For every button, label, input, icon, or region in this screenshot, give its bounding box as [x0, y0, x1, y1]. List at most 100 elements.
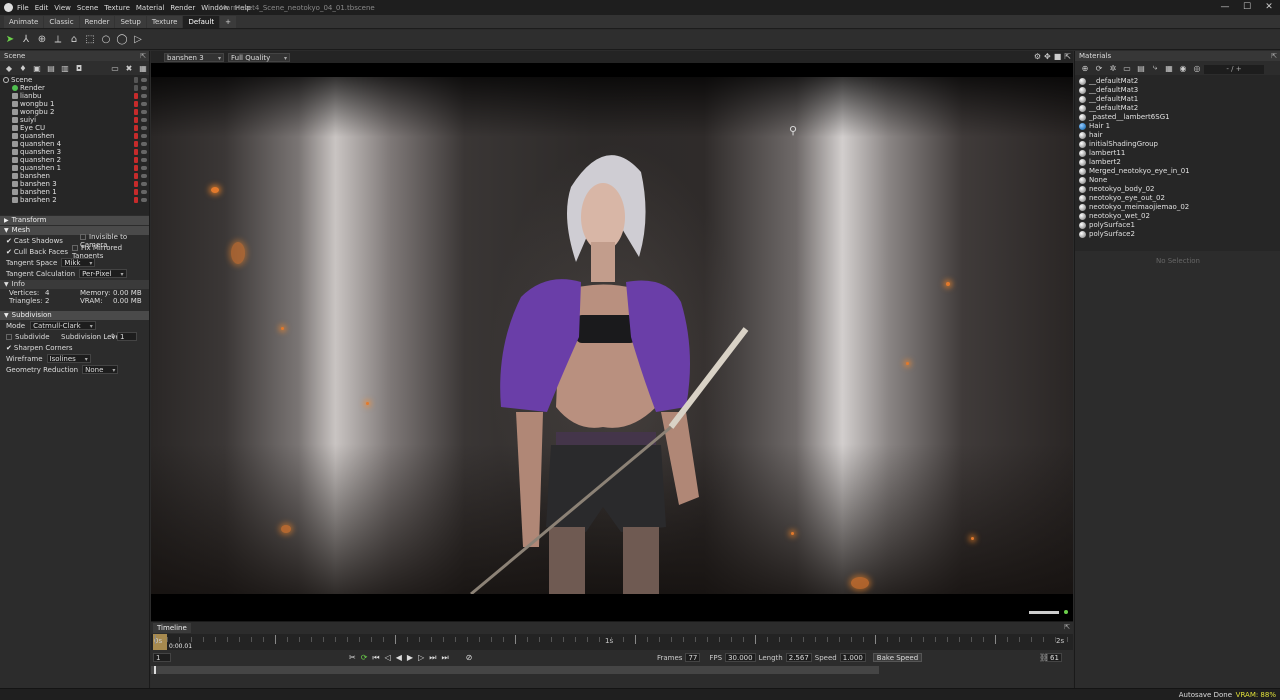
step-forward-icon[interactable]: ▷: [418, 653, 424, 663]
record-icon[interactable]: ⊘: [466, 653, 473, 663]
material-item[interactable]: polySurface2: [1075, 230, 1280, 239]
visibility-icon[interactable]: [141, 110, 147, 114]
length-input[interactable]: 2.567: [785, 653, 812, 662]
popout-icon[interactable]: ⇱: [1271, 51, 1277, 61]
lasso-icon[interactable]: ◯: [116, 34, 128, 46]
frames-input[interactable]: 77: [685, 653, 701, 662]
select-icon[interactable]: ▦: [1164, 63, 1174, 73]
visibility-icon[interactable]: [141, 142, 147, 146]
tab-setup[interactable]: Setup: [115, 15, 146, 28]
mesh-icon[interactable]: ⌂: [68, 34, 80, 46]
folder-icon[interactable]: ▭: [110, 63, 120, 73]
skip-start-icon[interactable]: ⏮: [372, 653, 379, 663]
material-item[interactable]: neotokyo_eye_out_02: [1075, 194, 1280, 203]
speed-input[interactable]: 1.000: [839, 653, 866, 662]
outliner-item[interactable]: wongbu 1: [0, 100, 149, 108]
next-key-icon[interactable]: ⏭: [429, 653, 436, 663]
lock-icon[interactable]: [134, 109, 138, 115]
outliner-item[interactable]: suiyi: [0, 116, 149, 124]
grid-icon[interactable]: ▦: [138, 63, 148, 73]
menu-view[interactable]: View: [54, 4, 71, 12]
outliner-item[interactable]: quanshen 3: [0, 148, 149, 156]
tab-animate[interactable]: Animate: [4, 15, 44, 28]
lock-icon[interactable]: [134, 173, 138, 179]
subdivide-checkbox[interactable]: [6, 333, 12, 340]
material-item[interactable]: lambert11: [1075, 149, 1280, 158]
lock-icon[interactable]: [134, 181, 138, 187]
visibility-icon[interactable]: [141, 94, 147, 98]
materials-counter[interactable]: - / +: [1204, 65, 1264, 74]
paint-icon[interactable]: ▷: [132, 34, 144, 46]
cut-icon[interactable]: ✂: [349, 653, 356, 663]
prev-key-icon[interactable]: ◁: [385, 653, 391, 663]
outliner-item[interactable]: banshen 2: [0, 196, 149, 204]
viewport[interactable]: ⚲: [151, 63, 1073, 621]
lock-icon[interactable]: [134, 189, 138, 195]
step-back-icon[interactable]: ◀: [396, 653, 402, 663]
camera-dropdown[interactable]: banshen 3: [164, 52, 224, 63]
geometry-reduction-dropdown[interactable]: None: [82, 365, 119, 375]
marquee-icon[interactable]: ⬚: [84, 34, 96, 46]
menu-texture[interactable]: Texture: [104, 4, 130, 12]
tangent-calc-dropdown[interactable]: Per-Pixel: [79, 269, 127, 279]
timeline-track[interactable]: [151, 666, 879, 674]
visibility-icon[interactable]: [141, 126, 147, 130]
minimize-button[interactable]: —: [1214, 0, 1236, 15]
visibility-icon[interactable]: [141, 150, 147, 154]
scale-icon[interactable]: ⟂: [52, 34, 64, 46]
visibility-icon[interactable]: [141, 166, 147, 170]
material-item[interactable]: lambert2: [1075, 158, 1280, 167]
add-object-icon[interactable]: ◆: [4, 63, 14, 73]
select-arrow-icon[interactable]: ➤: [4, 34, 16, 46]
checkbox-icon[interactable]: [80, 233, 86, 240]
tab-default[interactable]: Default: [183, 15, 220, 28]
lock-icon[interactable]: [134, 93, 138, 99]
visibility-icon[interactable]: [141, 158, 147, 162]
menu-scene[interactable]: Scene: [77, 4, 98, 12]
assign-icon[interactable]: ⤷: [1150, 63, 1160, 73]
visibility-icon[interactable]: [141, 86, 147, 90]
material-item[interactable]: __defaultMat2: [1075, 104, 1280, 113]
add-group-icon[interactable]: ▥: [60, 63, 70, 73]
visibility-icon[interactable]: [141, 78, 147, 82]
subdivision-level-input[interactable]: 1: [117, 332, 137, 341]
refresh-icon[interactable]: ⟳: [1094, 63, 1104, 73]
fullscreen-icon[interactable]: ⇱: [1064, 52, 1071, 61]
outliner-item[interactable]: quanshen: [0, 132, 149, 140]
material-item[interactable]: hair: [1075, 131, 1280, 140]
material-item[interactable]: neotokyo_body_02: [1075, 185, 1280, 194]
lock-icon[interactable]: [134, 157, 138, 163]
transform-icon[interactable]: ⅄: [20, 34, 32, 46]
visibility-icon[interactable]: [141, 174, 147, 178]
visibility-icon[interactable]: [141, 182, 147, 186]
tab-render[interactable]: Render: [79, 15, 115, 28]
lock-icon[interactable]: [134, 117, 138, 123]
maximize-button[interactable]: ☐: [1236, 0, 1258, 15]
outliner-item[interactable]: lianbu: [0, 92, 149, 100]
settings-icon[interactable]: ◎: [1192, 63, 1202, 73]
lock-icon[interactable]: [134, 133, 138, 139]
exposure-slider[interactable]: [1029, 611, 1059, 614]
delete-icon[interactable]: ✖: [124, 63, 134, 73]
checkmark-icon[interactable]: ✔: [6, 344, 12, 352]
delete-icon[interactable]: ▤: [1136, 63, 1146, 73]
visibility-icon[interactable]: [141, 198, 147, 202]
outliner-item[interactable]: banshen 1: [0, 188, 149, 196]
lock-icon[interactable]: [134, 165, 138, 171]
material-item[interactable]: initialShadingGroup: [1075, 140, 1280, 149]
outliner-item[interactable]: quanshen 2: [0, 156, 149, 164]
transform-section[interactable]: ▶ Transform: [0, 216, 149, 225]
timeline-ruler[interactable]: 0s 1s 2s 0:00.01: [151, 634, 1073, 650]
current-frame-input[interactable]: 1: [153, 653, 171, 662]
outliner-item[interactable]: banshen: [0, 172, 149, 180]
lock-icon[interactable]: [134, 197, 138, 203]
close-button[interactable]: ✕: [1258, 0, 1280, 15]
tab-classic[interactable]: Classic: [44, 15, 79, 28]
outliner-item[interactable]: quanshen 4: [0, 140, 149, 148]
folder-icon[interactable]: ▭: [1122, 63, 1132, 73]
checkmark-icon[interactable]: ✔: [6, 237, 12, 245]
wireframe-dropdown[interactable]: Isolines: [46, 354, 91, 364]
material-item[interactable]: Hair 1: [1075, 122, 1280, 131]
quality-dropdown[interactable]: Full Quality: [228, 52, 290, 63]
checkmark-icon[interactable]: ✔: [6, 248, 12, 256]
